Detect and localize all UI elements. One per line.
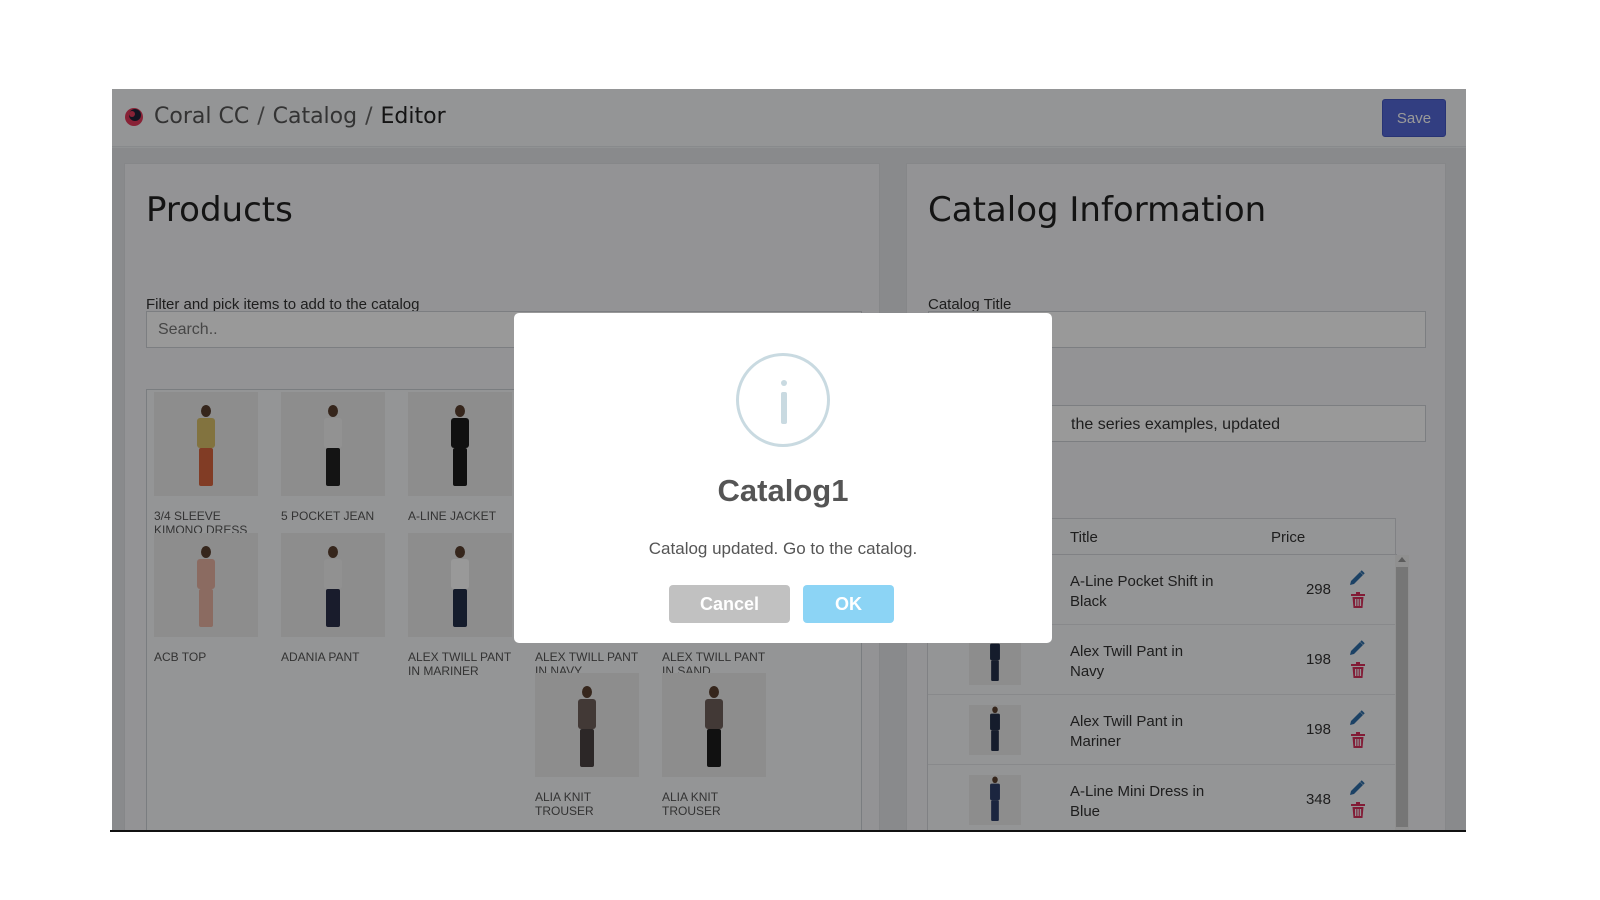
info-icon-dot — [781, 380, 787, 386]
confirmation-dialog: Catalog1 Catalog updated. Go to the cata… — [514, 313, 1052, 643]
dialog-message: Catalog updated. Go to the catalog. — [648, 539, 918, 558]
dialog-title: Catalog1 — [717, 473, 849, 508]
info-icon — [736, 353, 830, 447]
ok-button[interactable]: OK — [803, 585, 894, 623]
cancel-button[interactable]: Cancel — [669, 585, 790, 623]
window-bottom-edge — [110, 830, 1466, 832]
info-icon-bar — [781, 392, 787, 424]
